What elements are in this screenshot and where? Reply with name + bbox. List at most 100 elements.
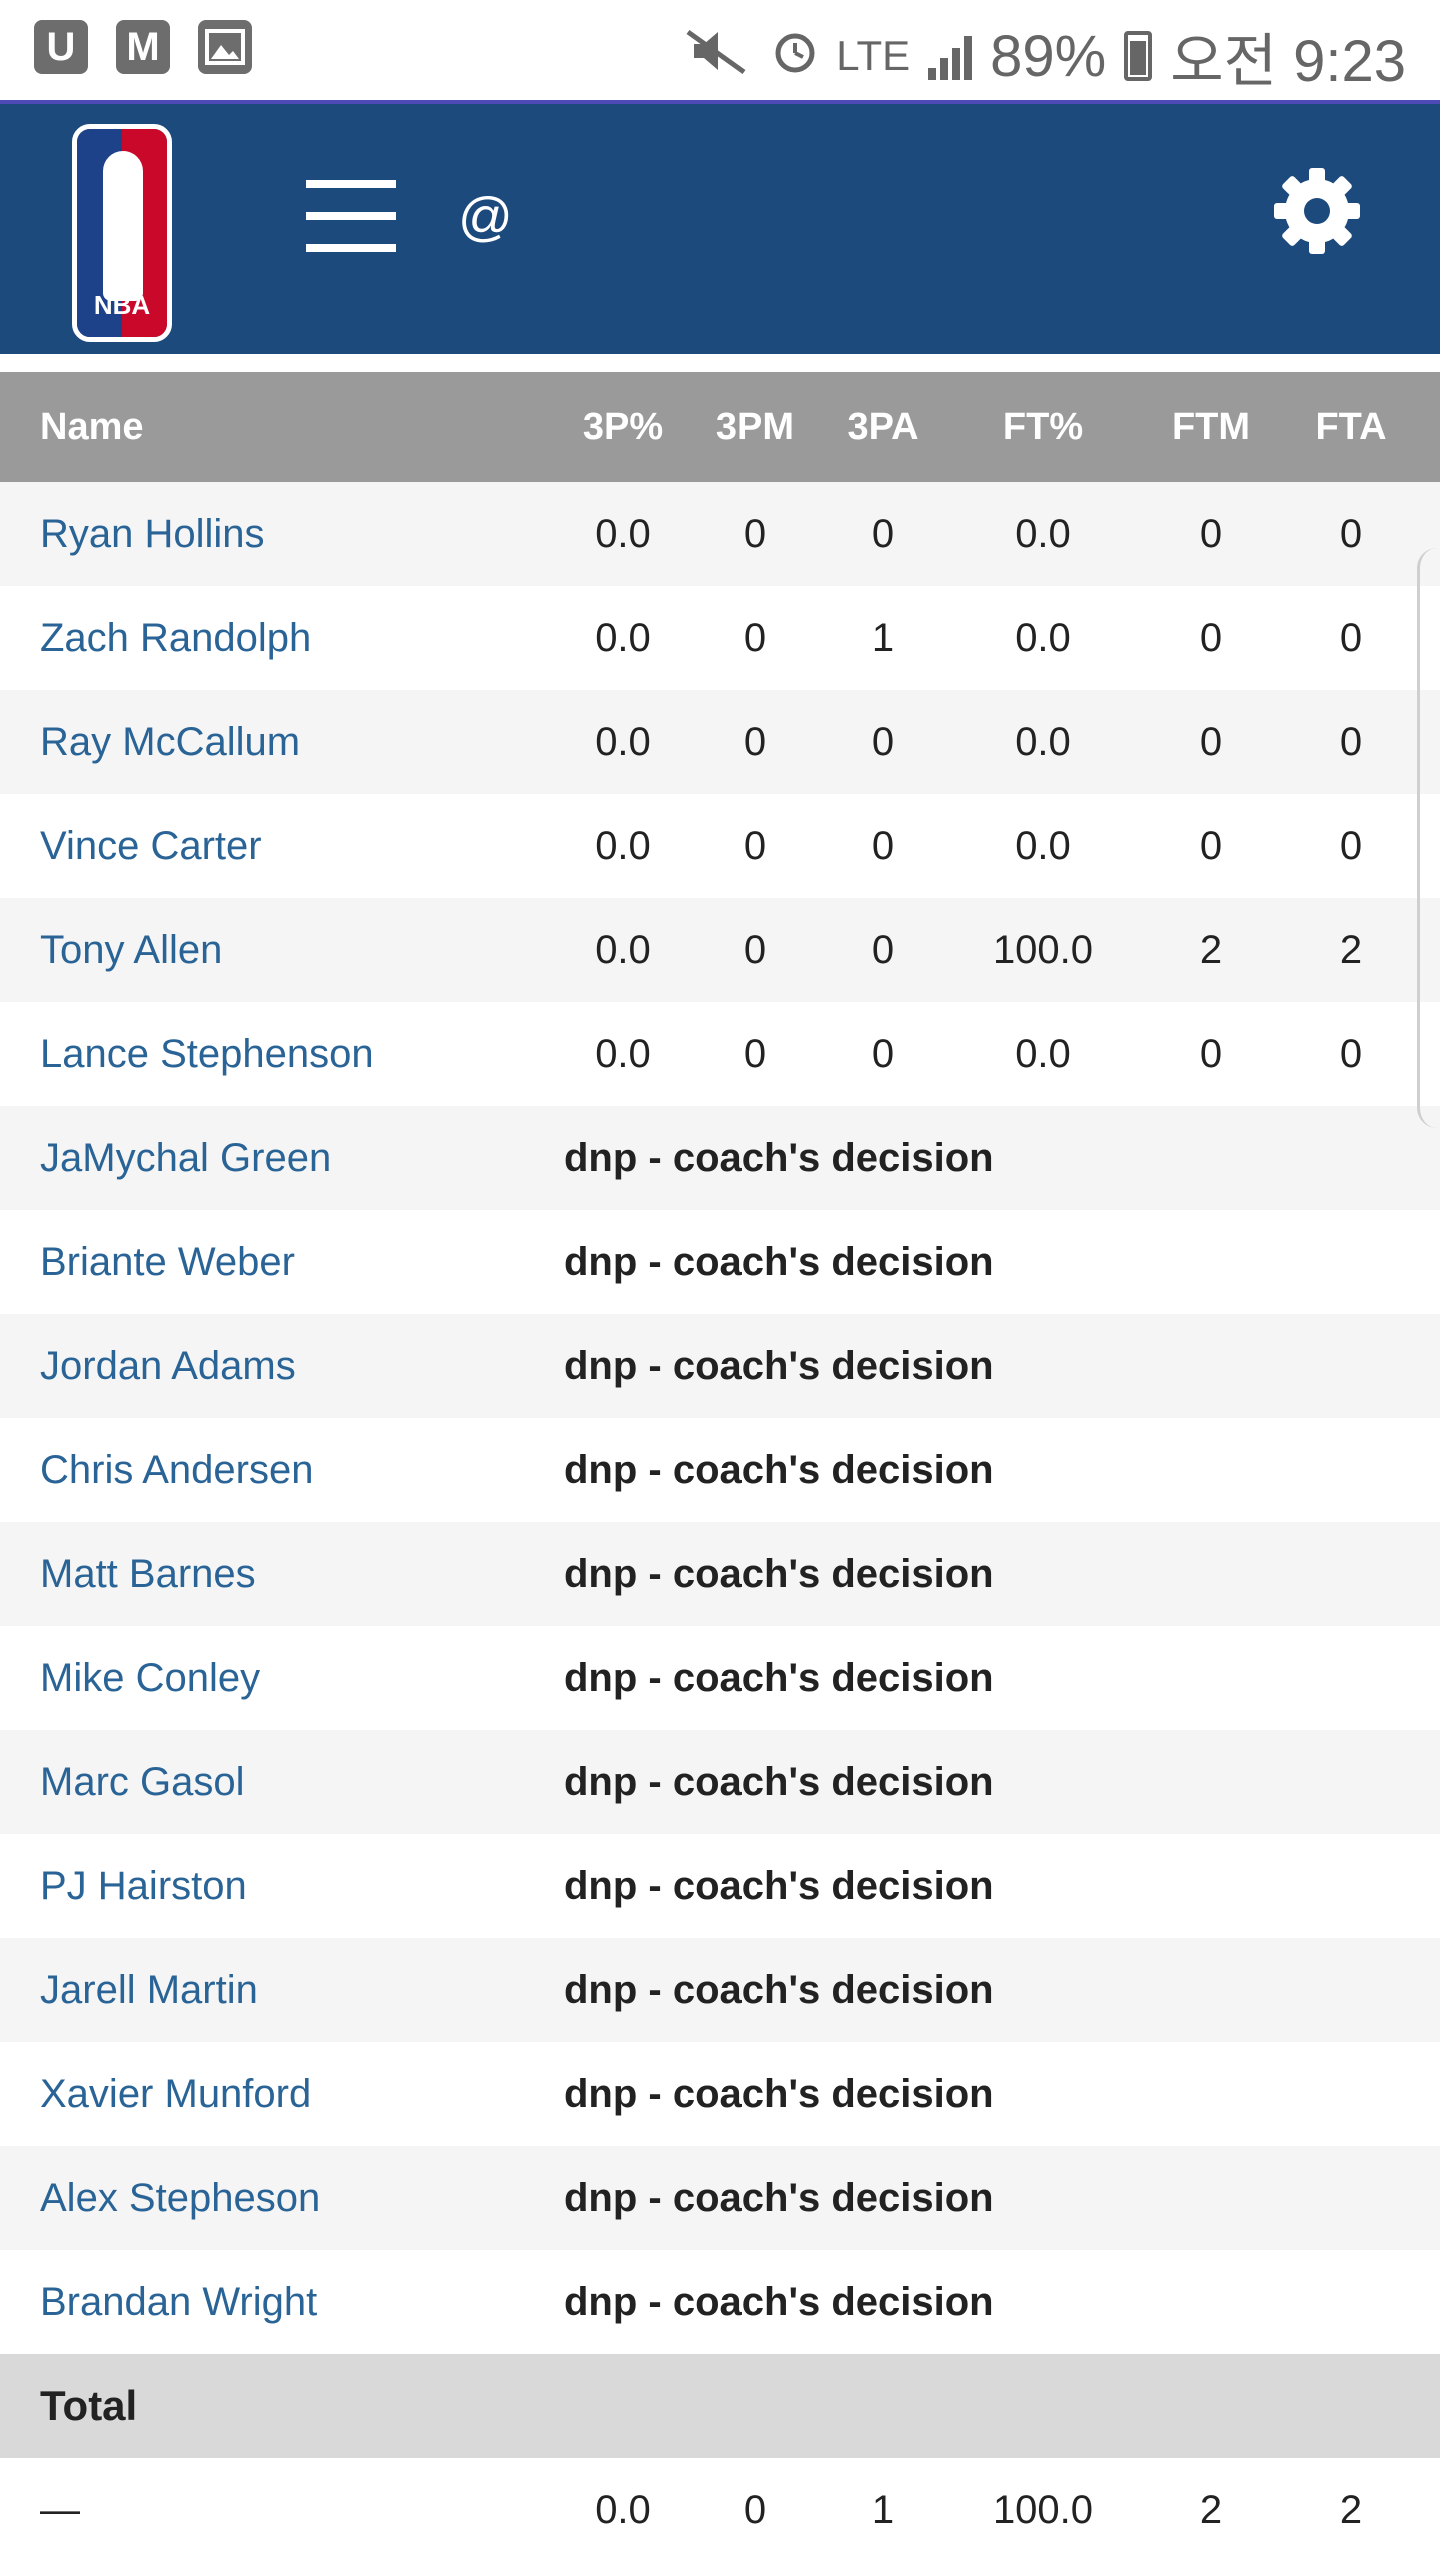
stats-table: Name 3P% 3PM 3PA FT% FTM FTA Ryan Hollin… — [0, 372, 1440, 2562]
battery-icon — [1124, 31, 1153, 81]
stat-3pm: 0 — [743, 823, 767, 868]
mute-icon — [684, 23, 754, 90]
total-row: — 0.0 0 1 100.0 2 2 — [0, 2458, 1440, 2562]
table-row[interactable]: Matt Barnes dnp - coach's decision — [0, 1522, 1440, 1626]
status-bar: U M LTE 89% 오전 9:23 — [0, 0, 1440, 104]
player-name-link[interactable]: Briante Weber — [40, 1210, 295, 1314]
player-name-link[interactable]: Ryan Hollins — [40, 482, 265, 586]
player-name-link[interactable]: Alex Stepheson — [40, 2146, 320, 2250]
stat-3pa: 0 — [871, 823, 895, 868]
table-row[interactable]: Ray McCallum 0.0 0 0 0.0 0 0 — [0, 690, 1440, 794]
stat-fta: 0 — [1339, 719, 1363, 764]
table-row[interactable]: Chris Andersen dnp - coach's decision — [0, 1418, 1440, 1522]
player-name-link[interactable]: Tony Allen — [40, 898, 222, 1002]
hamburger-menu-icon[interactable] — [306, 180, 396, 252]
stat-3pa: 0 — [871, 511, 895, 556]
stat-3p-pct: 0.0 — [595, 615, 651, 660]
player-name-link[interactable]: Mike Conley — [40, 1626, 260, 1730]
signal-icon — [928, 32, 973, 80]
table-row[interactable]: Briante Weber dnp - coach's decision — [0, 1210, 1440, 1314]
col-name[interactable]: Name — [40, 372, 144, 482]
col-ftm[interactable]: FTM — [1151, 372, 1271, 482]
stat-ft-pct: 0.0 — [1015, 1031, 1071, 1076]
table-row[interactable]: Jarell Martin dnp - coach's decision — [0, 1938, 1440, 2042]
stat-3pa: 0 — [871, 927, 895, 972]
player-name-link[interactable]: JaMychal Green — [40, 1106, 331, 1210]
table-row[interactable]: Lance Stephenson 0.0 0 0 0.0 0 0 — [0, 1002, 1440, 1106]
stat-fta: 0 — [1339, 511, 1363, 556]
stat-fta: 0 — [1339, 823, 1363, 868]
battery-percent: 89% — [990, 23, 1107, 89]
dnp-status: dnp - coach's decision — [564, 2175, 994, 2220]
stat-ftm: 0 — [1199, 1031, 1223, 1076]
stat-ftm: 0 — [1199, 511, 1223, 556]
table-row[interactable]: Alex Stepheson dnp - coach's decision — [0, 2146, 1440, 2250]
total-header-row: Total — [0, 2354, 1440, 2458]
alarm-icon — [772, 23, 818, 90]
total-fta: 2 — [1339, 2487, 1363, 2532]
col-3pa[interactable]: 3PA — [823, 372, 943, 482]
settings-gear-icon[interactable] — [1272, 166, 1362, 256]
table-row[interactable]: Tony Allen 0.0 0 0 100.0 2 2 — [0, 898, 1440, 1002]
dnp-status: dnp - coach's decision — [564, 1551, 994, 1596]
col-3pm[interactable]: 3PM — [695, 372, 815, 482]
player-name-link[interactable]: PJ Hairston — [40, 1834, 247, 1938]
dnp-status: dnp - coach's decision — [564, 1967, 994, 2012]
player-name-link[interactable]: Lance Stephenson — [40, 1002, 374, 1106]
scroll-indicator[interactable] — [1417, 548, 1440, 1128]
stat-3pm: 0 — [743, 1031, 767, 1076]
total-row-label: — — [40, 2487, 80, 2532]
player-name-link[interactable]: Vince Carter — [40, 794, 262, 898]
u-app-icon: U — [34, 20, 88, 74]
m-app-icon: M — [116, 20, 170, 74]
player-name-link[interactable]: Brandan Wright — [40, 2250, 317, 2354]
stat-3p-pct: 0.0 — [595, 719, 651, 764]
stat-3p-pct: 0.0 — [595, 823, 651, 868]
table-row[interactable]: Zach Randolph 0.0 0 1 0.0 0 0 — [0, 586, 1440, 690]
stat-3pm: 0 — [743, 719, 767, 764]
total-ftm: 2 — [1199, 2487, 1223, 2532]
dnp-status: dnp - coach's decision — [564, 1655, 994, 1700]
stat-3pm: 0 — [743, 511, 767, 556]
table-row[interactable]: Mike Conley dnp - coach's decision — [0, 1626, 1440, 1730]
status-right: LTE 89% 오전 9:23 — [684, 14, 1406, 98]
app-header: NBA @ — [0, 104, 1440, 354]
col-3p-pct[interactable]: 3P% — [563, 372, 683, 482]
stat-ft-pct: 0.0 — [1015, 823, 1071, 868]
table-row[interactable]: Ryan Hollins 0.0 0 0 0.0 0 0 — [0, 482, 1440, 586]
player-name-link[interactable]: Jordan Adams — [40, 1314, 296, 1418]
player-name-link[interactable]: Xavier Munford — [40, 2042, 311, 2146]
total-label: Total — [40, 2382, 138, 2429]
player-name-link[interactable]: Marc Gasol — [40, 1730, 245, 1834]
player-name-link[interactable]: Ray McCallum — [40, 690, 300, 794]
total-ft-pct: 100.0 — [992, 2487, 1094, 2532]
nba-logo[interactable]: NBA — [72, 124, 172, 342]
player-name-link[interactable]: Matt Barnes — [40, 1522, 256, 1626]
table-row[interactable]: PJ Hairston dnp - coach's decision — [0, 1834, 1440, 1938]
status-left-icons: U M — [34, 20, 252, 74]
col-ft-pct[interactable]: FT% — [983, 372, 1103, 482]
player-name-link[interactable]: Chris Andersen — [40, 1418, 313, 1522]
dnp-status: dnp - coach's decision — [564, 1343, 994, 1388]
stat-ftm: 0 — [1199, 719, 1223, 764]
table-row[interactable]: Xavier Munford dnp - coach's decision — [0, 2042, 1440, 2146]
stat-3pa: 0 — [871, 1031, 895, 1076]
player-name-link[interactable]: Zach Randolph — [40, 586, 311, 690]
at-label[interactable]: @ — [458, 186, 513, 248]
table-row[interactable]: Vince Carter 0.0 0 0 0.0 0 0 — [0, 794, 1440, 898]
table-row[interactable]: Jordan Adams dnp - coach's decision — [0, 1314, 1440, 1418]
image-icon — [198, 20, 252, 74]
stat-ftm: 2 — [1199, 927, 1223, 972]
table-row[interactable]: Brandan Wright dnp - coach's decision — [0, 2250, 1440, 2354]
dnp-status: dnp - coach's decision — [564, 1135, 994, 1180]
stat-ftm: 0 — [1199, 823, 1223, 868]
stat-fta: 0 — [1339, 1031, 1363, 1076]
table-row[interactable]: Marc Gasol dnp - coach's decision — [0, 1730, 1440, 1834]
dnp-status: dnp - coach's decision — [564, 2071, 994, 2116]
dnp-status: dnp - coach's decision — [564, 1447, 994, 1492]
stat-3pm: 0 — [743, 927, 767, 972]
player-name-link[interactable]: Jarell Martin — [40, 1938, 258, 2042]
table-row[interactable]: JaMychal Green dnp - coach's decision — [0, 1106, 1440, 1210]
col-fta[interactable]: FTA — [1291, 372, 1411, 482]
dnp-status: dnp - coach's decision — [564, 2279, 994, 2324]
